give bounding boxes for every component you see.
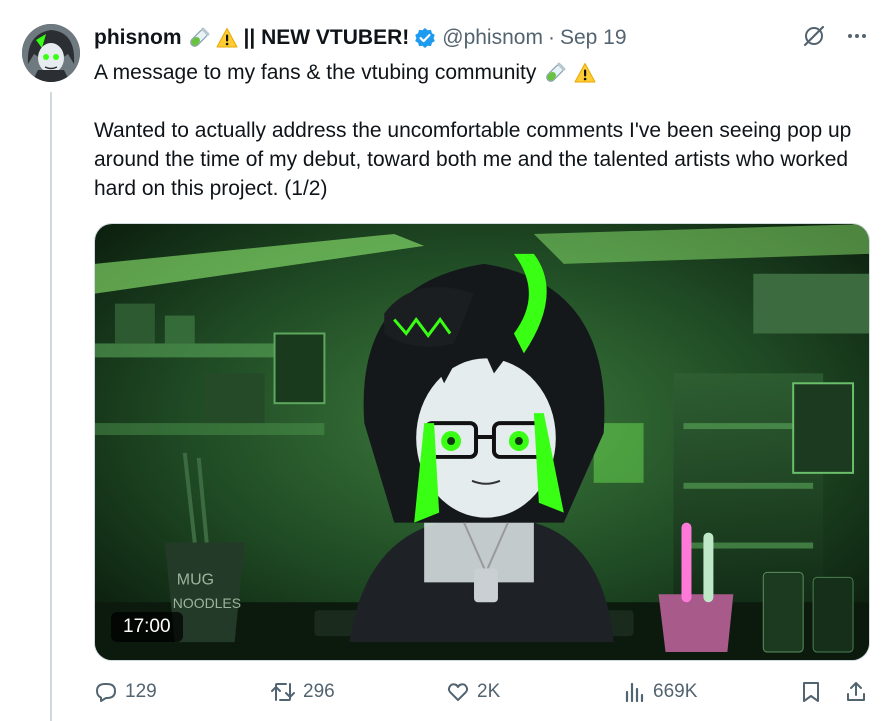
- name-suffix: || NEW VTUBER!: [243, 26, 410, 49]
- reply-icon: [96, 683, 116, 702]
- share-icon: [847, 682, 865, 701]
- svg-text:MUG: MUG: [177, 571, 214, 588]
- views-count: 669K: [653, 681, 698, 702]
- share-button[interactable]: [844, 680, 868, 704]
- like-count: 2K: [477, 681, 501, 702]
- like-button[interactable]: 2K: [446, 680, 500, 704]
- grok-icon[interactable]: [802, 24, 826, 48]
- action-bar: 129 296 2K 669K: [94, 680, 870, 710]
- top-actions: [802, 24, 868, 48]
- post-line-1: A message to my fans & the vtubing commu…: [94, 58, 874, 87]
- reply-button[interactable]: 129: [94, 680, 157, 704]
- display-name[interactable]: phisnom: [94, 26, 182, 50]
- test-tube-icon: [544, 61, 566, 84]
- handle[interactable]: @phisnom: [442, 26, 543, 50]
- more-options-icon[interactable]: [846, 25, 868, 47]
- reply-count: 129: [125, 681, 157, 702]
- avatar-image: [22, 24, 80, 82]
- separator: ·: [547, 26, 555, 49]
- views-icon: [625, 682, 644, 703]
- post-text: A message to my fans & the vtubing commu…: [94, 58, 874, 203]
- bookmark-icon: [803, 682, 819, 702]
- thread-line: [50, 92, 52, 721]
- video-player[interactable]: MUG NOODLES 17:00: [94, 223, 870, 661]
- warning-icon: [574, 62, 596, 84]
- warning-icon: [216, 27, 238, 49]
- post-date[interactable]: Sep 19: [560, 26, 627, 50]
- repost-icon: [271, 683, 295, 701]
- video-duration: 17:00: [111, 612, 183, 642]
- verified-badge-icon[interactable]: [414, 27, 436, 49]
- views-button[interactable]: 669K: [622, 680, 697, 704]
- svg-text:NOODLES: NOODLES: [173, 595, 241, 611]
- bookmark-button[interactable]: [800, 680, 822, 704]
- repost-count: 296: [303, 681, 335, 702]
- post-header: phisnom || NEW VTUBER! @phisnom · Sep 19: [94, 24, 627, 52]
- post-line-2: Wanted to actually address the uncomfort…: [94, 119, 852, 200]
- heart-icon: [447, 683, 469, 701]
- video-thumbnail: MUG NOODLES: [95, 224, 869, 660]
- avatar[interactable]: [22, 24, 80, 82]
- test-tube-icon: [188, 27, 210, 49]
- post-line-1-text: A message to my fans & the vtubing commu…: [94, 61, 537, 84]
- repost-button[interactable]: 296: [270, 680, 335, 704]
